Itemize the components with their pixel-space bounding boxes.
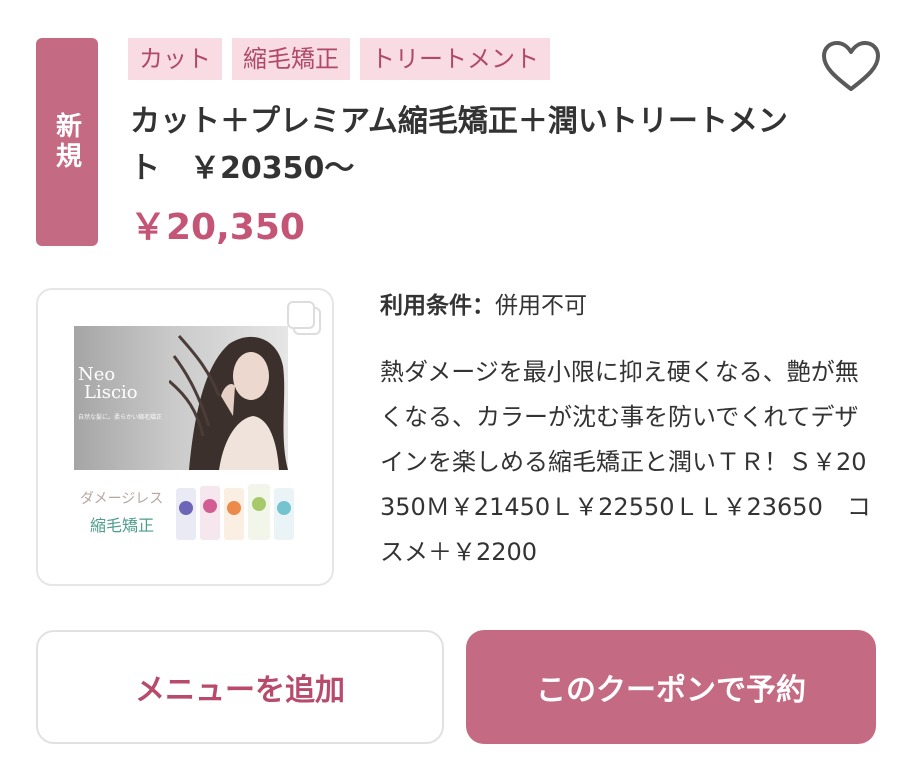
promo-text-damageless: ダメージレス	[80, 491, 164, 507]
coupon-image[interactable]: Neo Liscio 自然な髪に。柔らかい縮毛矯正 ダメージレス 縮毛矯正	[36, 288, 334, 586]
coupon-description: 熱ダメージを最小限に抑え硬くなる、艶が無くなる、カラーが沈む事を防いでくれてデザ…	[380, 358, 871, 566]
brand-logo: Neo Liscio	[78, 366, 138, 402]
coupon-title: カット＋プレミアム縮毛矯正＋潤いトリートメント ￥20350～	[130, 104, 788, 186]
gallery-stack-icon	[284, 298, 324, 338]
category-tags: カット 縮毛矯正 トリートメント	[128, 38, 550, 80]
promo-text-straightening: 縮毛矯正	[90, 516, 155, 535]
product-pouches	[176, 484, 294, 540]
brand-line2: Liscio	[84, 382, 138, 403]
add-menu-button[interactable]: メニューを追加	[36, 630, 444, 744]
new-badge-label: 新規	[51, 112, 82, 172]
new-badge: 新規	[36, 38, 98, 246]
tag-treatment: トリートメント	[360, 38, 550, 80]
favorite-button[interactable]	[820, 40, 882, 94]
promo-photo: Neo Liscio 自然な髪に。柔らかい縮毛矯正	[74, 326, 288, 470]
model-figure	[169, 334, 288, 470]
reserve-with-coupon-button[interactable]: このクーポンで予約	[466, 630, 876, 744]
usage-condition: 利用条件：併用不可	[380, 286, 587, 320]
coupon-price: ￥20,350	[130, 207, 305, 248]
heart-outline-icon	[822, 41, 880, 91]
tag-straightening: 縮毛矯正	[232, 38, 350, 80]
usage-condition-label: 利用条件：	[380, 293, 495, 319]
coupon-card: 新規 カット 縮毛矯正 トリートメント カット＋プレミアム縮毛矯正＋潤いトリート…	[0, 0, 912, 779]
usage-condition-value: 併用不可	[495, 293, 587, 319]
tag-cut: カット	[128, 38, 222, 80]
brand-subtitle: 自然な髪に。柔らかい縮毛矯正	[78, 414, 163, 421]
